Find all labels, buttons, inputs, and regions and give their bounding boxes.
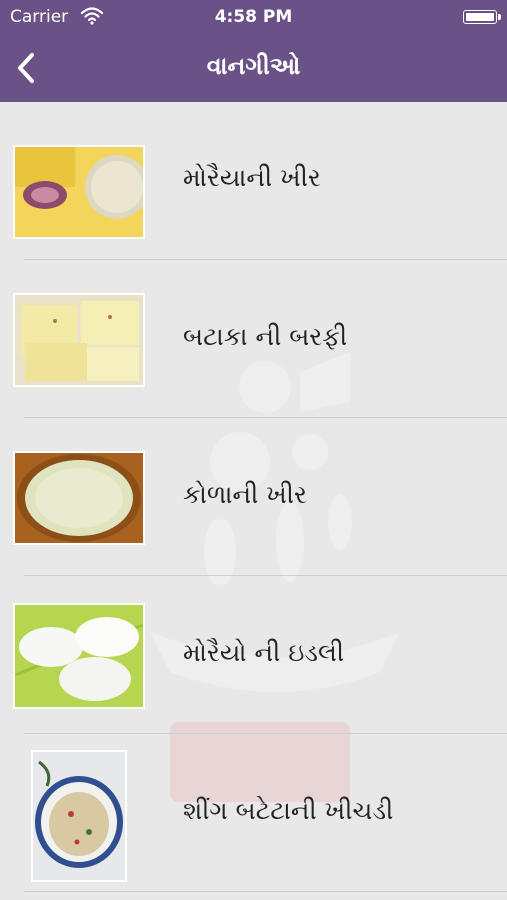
battery-fill — [466, 13, 494, 21]
recipe-thumbnail — [13, 451, 145, 545]
recipe-thumbnail — [13, 603, 145, 709]
list-item[interactable]: બટાકા ની બરફી — [0, 260, 507, 418]
list-item[interactable]: શીંગ બટેટાની ખીચડી — [0, 734, 507, 892]
recipe-thumbnail — [31, 750, 127, 882]
battery-icon — [463, 10, 501, 24]
status-bar: Carrier 4:58 PM — [0, 0, 507, 34]
recipe-list[interactable]: મોરૈયાની ખીર બટાકા ની બરફી કોળાની ખીર મો… — [0, 102, 507, 900]
recipe-label: કોળાની ખીર — [183, 480, 307, 509]
recipe-label: મોરૈયાની ખીર — [183, 163, 321, 192]
page-title: વાનગીઓ — [206, 52, 301, 80]
row-divider — [24, 891, 507, 892]
recipe-label: મોરૈયો ની ઇડલી — [183, 638, 345, 667]
list-item[interactable]: મોરૈયાની ખીર — [0, 102, 507, 260]
nav-bar: વાનગીઓ — [0, 34, 507, 102]
list-item[interactable]: કોળાની ખીર — [0, 418, 507, 576]
recipe-label: બટાકા ની બરફી — [183, 322, 348, 351]
status-time: 4:58 PM — [214, 7, 293, 27]
recipe-thumbnail — [13, 293, 145, 387]
list-item[interactable]: મોરૈયો ની ઇડલી — [0, 576, 507, 734]
recipe-label: શીંગ બટેટાની ખીચડી — [183, 796, 394, 825]
recipe-thumbnail — [13, 145, 145, 239]
